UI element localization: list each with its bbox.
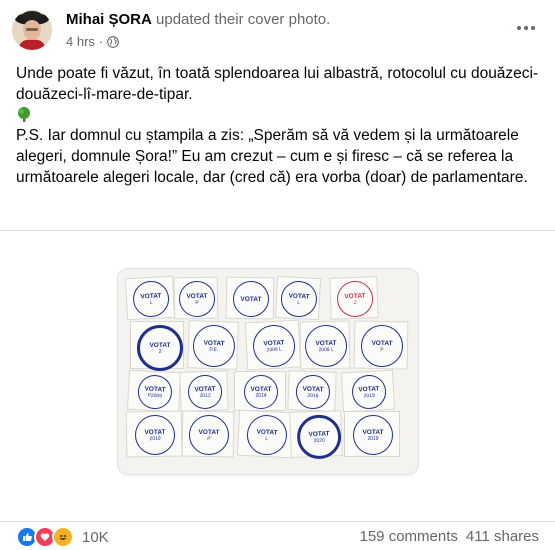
voting-stamp: VOTAT P [173, 276, 219, 320]
voting-stamp: VOTAT P.E. [187, 320, 239, 370]
stamp-ring: VOTAT P [360, 324, 404, 368]
voter-card: VOTAT L VOTAT P VOTAT VOTAT L VOTAT 2 VOTAT 2 VOTAT… [118, 269, 418, 474]
stamp-ring: VOTAT 2008 L [304, 324, 348, 368]
stamp-sublabel: 2019 [149, 435, 161, 442]
stamp-ring: VOTAT P [178, 280, 216, 318]
post-timestamp[interactable]: 4 hrs [66, 34, 95, 49]
post-paragraph: P.S. Iar domnul cu ștampila a zis: „Sper… [16, 127, 528, 186]
stamp-sublabel: 2 [158, 348, 162, 355]
stamp-sublabel: 2014 [255, 392, 267, 399]
voting-stamp: VOTAT 2019 [125, 410, 183, 458]
post-action-text: updated their cover photo. [156, 11, 331, 28]
voting-stamp: VOTAT 2012 [179, 370, 229, 412]
post-footer: 10K 159 comments 411 shares [0, 520, 555, 550]
cover-photo[interactable]: VOTAT L VOTAT P VOTAT VOTAT L VOTAT 2 VOTAT 2 VOTAT… [0, 230, 555, 522]
post-text: Unde poate fi văzut, în toată splendoare… [16, 63, 546, 188]
stamp-ring: VOTAT 2 [137, 325, 183, 371]
stamp-sublabel: 2020 [313, 437, 325, 444]
stamp-ring: VOTAT P2009 [137, 374, 173, 410]
stamp-label: VOTAT [362, 428, 384, 436]
comments-count-link[interactable]: 159 comments [360, 528, 458, 545]
stamp-label: VOTAT [149, 341, 171, 349]
tree-emoji-icon [18, 107, 30, 122]
voting-stamp: VOTAT L [124, 275, 176, 321]
stamp-ring: VOTAT P.E. [192, 324, 236, 368]
reactions-summary[interactable]: 10K [16, 526, 109, 548]
voting-stamp: VOTAT 2014 [234, 371, 286, 411]
stamp-sublabel: P [195, 299, 199, 306]
stamp-sublabel: P [380, 346, 384, 353]
voting-stamp: VOTAT 2 [329, 276, 379, 320]
stamp-ring: VOTAT L [280, 280, 318, 318]
stamp-sublabel: L [149, 299, 153, 306]
stamp-sublabel: 2008 L [318, 346, 334, 353]
voting-stamp: VOTAT 2020 [289, 410, 343, 460]
post-paragraph: Unde poate fi văzut, în toată splendoare… [16, 65, 539, 103]
stamp-sublabel: 2 [353, 299, 357, 306]
stamp-sublabel: 2016 [307, 392, 319, 399]
voting-stamp: VOTAT P [353, 320, 409, 370]
stamp-ring: VOTAT 2019 [353, 415, 393, 455]
stamp-sublabel: P [207, 435, 211, 442]
stamp-ring: VOTAT 2016 [295, 374, 331, 410]
globe-icon [107, 35, 120, 48]
stamp-label: VOTAT [250, 385, 272, 393]
stamp-sublabel: P2009 [147, 392, 163, 399]
stamp-sublabel: L [265, 435, 269, 442]
author-line: Mihai ȘORA updated their cover photo. [66, 11, 330, 28]
meta-separator: · [98, 34, 104, 49]
stamp-sublabel: L [297, 299, 301, 306]
voting-stamp: VOTAT L [236, 409, 296, 459]
more-options-button[interactable] [510, 14, 542, 42]
voting-stamp: VOTAT L [274, 275, 322, 321]
stamp-sublabel: P.E. [209, 346, 219, 353]
stamp-sublabel: 2008 L [266, 346, 283, 353]
voting-stamp: VOTAT [225, 276, 275, 320]
stamp-sublabel: 2019 [363, 392, 375, 399]
voting-stamp: VOTAT 2016 [287, 370, 337, 412]
stamp-ring: VOTAT [232, 280, 270, 318]
voting-stamp: VOTAT 2008 L [244, 319, 302, 371]
post-meta: 4 hrs · [66, 34, 120, 49]
engagement-stats: 159 comments 411 shares [360, 528, 540, 545]
author-name[interactable]: Mihai ȘORA [66, 11, 152, 28]
stamp-sublabel: 2019 [367, 435, 379, 442]
stamp-label: VOTAT [240, 295, 262, 303]
stamp-ring: VOTAT 2019 [134, 414, 176, 456]
voting-stamp: VOTAT 2 [130, 321, 184, 371]
stamp-ring: VOTAT P [188, 414, 230, 456]
stamp-ring: VOTAT 2008 L [251, 323, 297, 369]
shares-count-link[interactable]: 411 shares [466, 528, 539, 545]
stamp-ring: VOTAT 2012 [187, 374, 223, 410]
stamp-ring: VOTAT 2 [336, 280, 374, 318]
stamp-ring: VOTAT L [132, 280, 170, 318]
stamp-ring: VOTAT 2019 [351, 374, 387, 410]
voting-stamp: VOTAT 2019 [340, 369, 396, 413]
stamp-ring: VOTAT 2020 [296, 414, 342, 460]
voting-stamp: VOTAT 2008 L [299, 320, 351, 370]
haha-reaction-icon [52, 526, 74, 548]
author-avatar[interactable] [12, 10, 52, 50]
stamp-ring: VOTAT L [245, 414, 288, 457]
voting-stamp: VOTAT P [181, 410, 235, 458]
reaction-count: 10K [82, 528, 109, 546]
post-header: Mihai ȘORA updated their cover photo. 4 … [10, 8, 550, 52]
stamp-sublabel: 2012 [199, 392, 211, 399]
voting-stamp: VOTAT 2019 [344, 411, 400, 457]
stamp-ring: VOTAT 2014 [244, 375, 278, 409]
voting-stamp: VOTAT P2009 [126, 369, 182, 413]
